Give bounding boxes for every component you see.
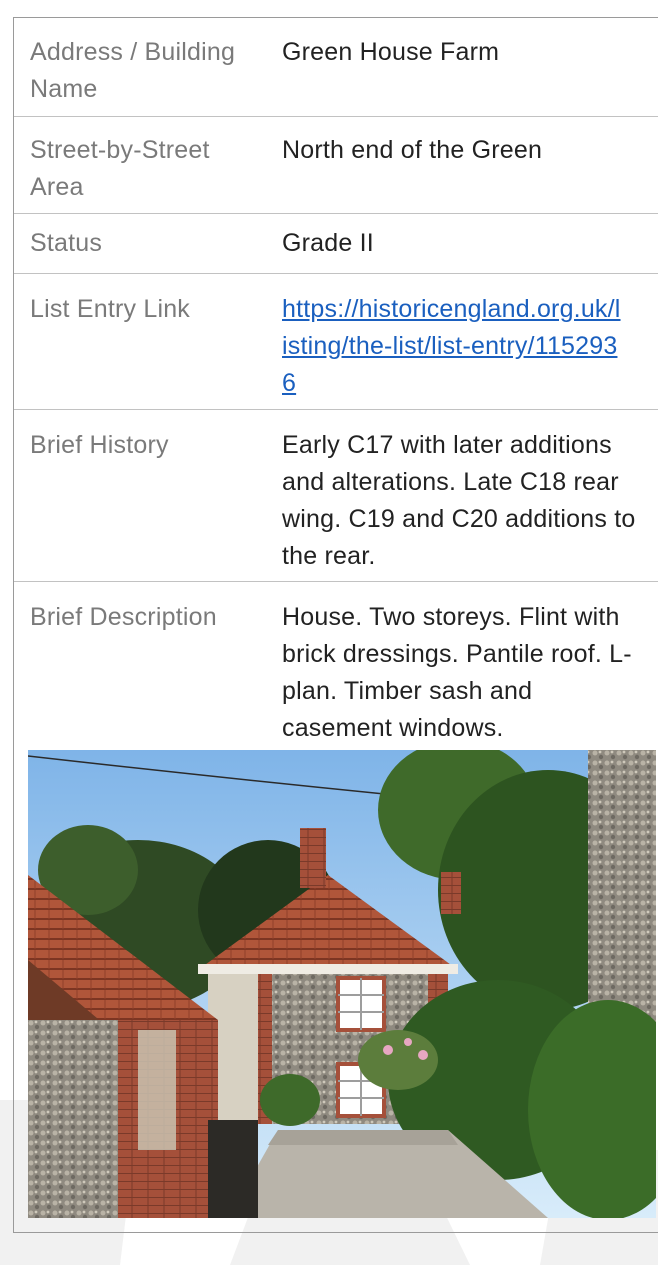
status-value: Grade II [282,229,374,257]
history-label: Brief History [30,431,169,459]
house-photo [28,750,656,1218]
area-value: North end of the Green [282,136,543,164]
row-history: Brief History Early C17 with later addit… [14,409,658,582]
row-address: Address / Building Name Green House Farm [14,18,658,117]
description-value: House. Two storeys. Flint with brick dre… [282,603,632,742]
list-entry-value: https://historicengland.org.uk/listing/t… [282,291,622,402]
history-value: Early C17 with later additions and alter… [282,431,636,570]
address-label: Address / Building Name [30,38,236,103]
row-area: Street-by-Street Area North end of the G… [14,116,658,214]
status-label: Status [30,229,103,257]
description-label: Brief Description [30,603,217,631]
listing-details-card: Address / Building Name Green House Farm… [13,17,658,1233]
list-entry-label: List Entry Link [30,295,191,323]
row-status: Status Grade II [14,213,658,274]
row-list-entry: List Entry Link https://historicengland.… [14,273,658,410]
address-value: Green House Farm [282,38,500,66]
row-description: Brief Description House. Two storeys. Fl… [14,581,658,742]
list-entry-link[interactable]: https://historicengland.org.uk/listing/t… [282,295,621,397]
area-label: Street-by-Street Area [30,136,210,201]
